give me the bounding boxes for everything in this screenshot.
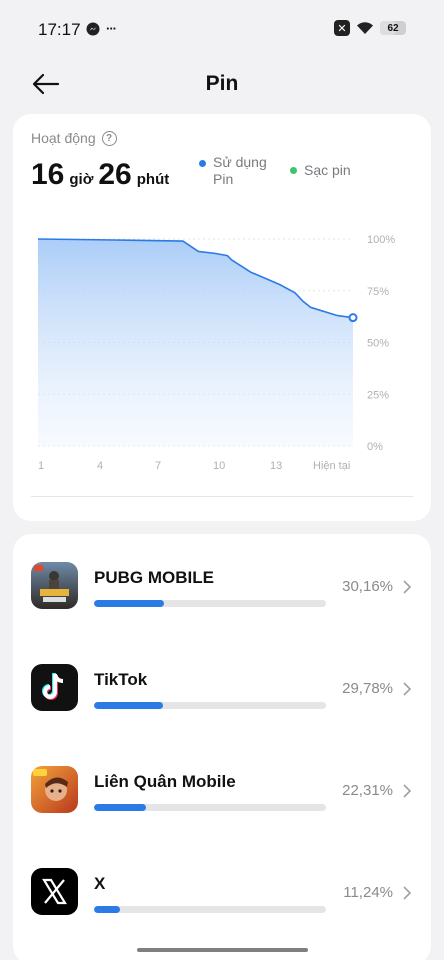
status-bar: 17:17 ··· ✕ 62: [0, 0, 444, 60]
chevron-right-icon: [403, 580, 412, 594]
chevron-right-icon: [403, 784, 412, 798]
app-name: X: [94, 874, 106, 893]
page-title: Pin: [205, 72, 239, 95]
current-level-marker: [348, 313, 358, 323]
usage-percent: 30,16%: [342, 578, 393, 595]
battery-area: [38, 239, 353, 446]
y-tick-label: 0%: [367, 441, 383, 453]
page-header: Pin: [0, 60, 444, 110]
usage-percent: 29,78%: [342, 680, 393, 697]
x-tick-label: Hiện tại: [313, 460, 350, 472]
usage-bar: [94, 804, 326, 811]
y-tick-label: 75%: [367, 286, 389, 298]
y-tick-label: 25%: [367, 389, 389, 401]
home-indicator[interactable]: [137, 948, 308, 952]
app-usage-card: PUBG MOBILE 30,16% TikTok 29,78% Liên Qu…: [13, 534, 431, 960]
usage-bar-fill: [94, 804, 146, 811]
app-name: Liên Quân Mobile: [94, 772, 236, 791]
x-tick-label: 7: [155, 460, 161, 472]
x-tick-label: 10: [213, 460, 225, 472]
app-row-pubg-mobile[interactable]: PUBG MOBILE 30,16%: [13, 548, 431, 628]
app-row-lien-quan-mobile[interactable]: Liên Quân Mobile 22,31%: [13, 752, 431, 832]
y-tick-label: 100%: [367, 234, 395, 246]
usage-bar-fill: [94, 906, 121, 913]
lien-quan-mobile-app-icon: [31, 766, 78, 813]
status-notification-icons: ···: [86, 21, 117, 36]
usage-bar: [94, 906, 326, 913]
app-row-x[interactable]: X 11,24%: [13, 854, 431, 934]
chevron-right-icon: [403, 682, 412, 696]
x-tick-label: 1: [38, 460, 44, 472]
battery-level: 62: [387, 22, 399, 34]
card-divider: [31, 496, 413, 497]
chevron-right-icon: [403, 886, 412, 900]
usage-percent: 11,24%: [343, 884, 393, 901]
more-notifications-indicator: ···: [106, 21, 117, 36]
usage-bar: [94, 600, 326, 607]
status-time: 17:17: [38, 20, 81, 39]
wifi-icon: [357, 22, 373, 34]
y-tick-label: 50%: [367, 338, 389, 350]
battery-level-chart: 100% 75% 50% 25% 0% 1 4 7 10 13 Hiện tại: [37, 234, 395, 472]
usage-bar-fill: [94, 600, 164, 607]
x-tick-label: 4: [97, 460, 103, 472]
app-name: PUBG MOBILE: [94, 568, 214, 587]
status-system-icons: ✕ 62: [334, 20, 406, 36]
usage-percent: 22,31%: [342, 782, 393, 799]
app-name: TikTok: [94, 670, 148, 689]
x-app-icon: [31, 868, 78, 915]
battery-icon: 62: [380, 21, 406, 35]
messenger-icon: [86, 22, 100, 35]
usage-bar: [94, 702, 326, 709]
usage-bar-fill: [94, 702, 164, 709]
tiktok-app-icon: [31, 664, 78, 711]
app-row-tiktok[interactable]: TikTok 29,78%: [13, 650, 431, 730]
battery-activity-card: Hoạt động ? 16 giờ 26 phút Sử dụng Pin S…: [13, 114, 431, 521]
x-tick-label: 13: [270, 460, 282, 472]
pubg-mobile-app-icon: [31, 562, 78, 609]
no-sim-icon: ✕: [334, 20, 350, 36]
